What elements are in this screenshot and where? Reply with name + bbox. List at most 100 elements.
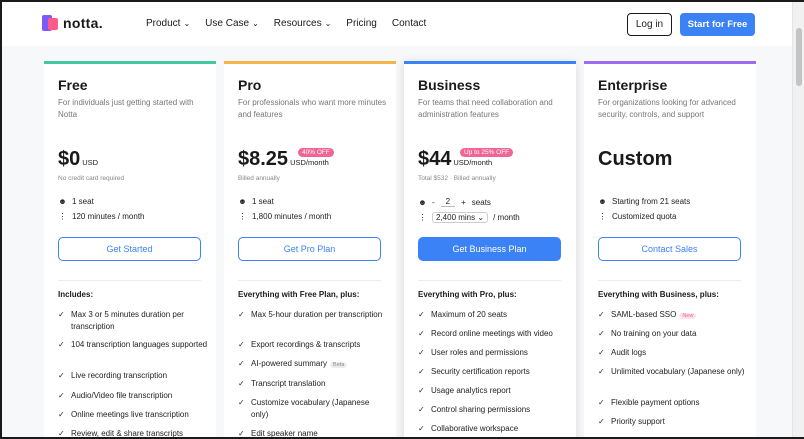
users-icon: ☻ (418, 197, 427, 207)
price-value: Custom (598, 148, 673, 170)
start-free-button[interactable]: Start for Free (680, 13, 755, 36)
chevron-down-icon: ⌄ (252, 19, 259, 28)
feature-item: ✓ Usage analytics report (418, 385, 568, 397)
check-icon: ✓ (418, 367, 425, 376)
feature-text: Record online meetings with video (431, 329, 553, 338)
feature-item: ✓ Security certification reports (418, 366, 568, 378)
minutes-value: 2,400 mins (436, 213, 476, 222)
feature-item: ✓ SAML-based SSO New (598, 309, 748, 322)
price-subtext: No credit card required (58, 175, 125, 182)
minutes-text: 120 minutes / month (72, 212, 145, 221)
waveform-icon: ⋮ (58, 212, 67, 221)
minutes-suffix: / month (493, 213, 520, 222)
feature-text: No training on your data (611, 329, 697, 338)
login-button[interactable]: Log in (627, 13, 672, 36)
check-icon: ✓ (58, 310, 65, 319)
feature-item: ✓ Customize vocabulary (Japanese only) (238, 397, 388, 421)
feature-item: ✓ Collaborative workspace (418, 423, 568, 435)
price-unit: USD/month (290, 158, 329, 167)
feature-item: ✓ Live recording transcription (58, 370, 208, 382)
main-menu: Product ⌄ Use Case ⌄ Resources ⌄ Pricing Co… (146, 18, 426, 29)
minutes-info: ⋮ 120 minutes / month (58, 212, 145, 221)
seat-count-input[interactable]: 2 (440, 197, 456, 207)
feature-item: ✓ Max 3 or 5 minutes duration per transcr… (58, 309, 208, 333)
seats-stepper: ☻ - 2 + seats (418, 197, 491, 207)
plan-title: Business (418, 77, 481, 93)
plan-price: $0 USD (58, 148, 98, 170)
feature-text: Live recording transcription (71, 371, 168, 380)
plan-description: For organizations looking for advanced s… (598, 98, 736, 119)
plan-card-enterprise: Enterprise For organizations looking for… (584, 61, 756, 437)
menu-label: Pricing (346, 18, 377, 29)
feature-item: ✓ Unlimited vocabulary (Japanese only) (598, 366, 748, 378)
seat-minus-button[interactable]: - (432, 198, 435, 207)
chevron-down-icon: ⌄ (477, 213, 485, 222)
check-icon: ✓ (598, 398, 605, 407)
check-icon: ✓ (58, 391, 65, 400)
menu-product[interactable]: Product ⌄ (146, 18, 190, 29)
menu-contact[interactable]: Contact (392, 18, 426, 29)
feature-text: Control sharing permissions (431, 405, 531, 414)
get-business-plan-button[interactable]: Get Business Plan (418, 237, 561, 261)
price-value: $0 (58, 148, 81, 170)
plan-title: Pro (238, 77, 262, 93)
check-icon: ✓ (238, 379, 245, 388)
check-icon: ✓ (238, 310, 245, 319)
check-icon: ✓ (238, 340, 245, 349)
includes-heading: Includes: (58, 290, 94, 299)
scroll-thumb[interactable] (796, 28, 802, 86)
feature-item: ✓ Maximum of 20 seats (418, 309, 568, 321)
feature-text: Customize vocabulary (Japanese only) (251, 398, 370, 419)
check-icon: ✓ (238, 359, 245, 368)
feature-item: ✓ Flexible payment options (598, 397, 748, 409)
feature-item: ✓ Online meetings live transcription (58, 409, 208, 421)
get-started-button[interactable]: Get Started (58, 237, 201, 261)
chevron-down-icon: ⌄ (324, 19, 332, 28)
users-icon: ☻ (598, 197, 607, 206)
contact-sales-button[interactable]: Contact Sales (598, 237, 741, 261)
logo[interactable]: notta. (42, 15, 103, 31)
check-icon: ✓ (418, 310, 425, 319)
check-icon: ✓ (598, 367, 605, 376)
feature-text: Review, edit & share transcripts (71, 429, 184, 438)
price-value: $44 (418, 148, 452, 170)
feature-item: ✓ 104 transcription languages supported (58, 339, 208, 351)
top-nav: notta. Product ⌄ Use Case ⌄ Resources ⌄ Pri… (2, 2, 792, 46)
scrollbar[interactable] (792, 2, 804, 437)
plan-description: For teams that need collaboration and ad… (418, 98, 553, 119)
feature-text: AI-powered summary (251, 359, 328, 368)
includes-heading: Everything with Free Plan, plus: (238, 290, 360, 299)
price-value: $8.25 (238, 148, 289, 170)
feature-text: 104 transcription languages supported (71, 340, 208, 349)
price-unit: USD (82, 158, 99, 167)
check-icon: ✓ (598, 310, 605, 319)
price-subtext: Billed annually (238, 175, 280, 182)
stepper: - 2 + seats (432, 197, 491, 207)
seat-plus-button[interactable]: + (461, 198, 466, 207)
feature-item: ✓ Priority support (598, 416, 748, 428)
feature-item: ✓ Transcript translation (238, 378, 388, 390)
check-icon: ✓ (418, 329, 425, 338)
plan-card-business: Business For teams that need collaborati… (404, 61, 576, 437)
discount-badge: 40% OFF (298, 148, 334, 157)
check-icon: ✓ (58, 371, 65, 380)
minutes-select[interactable]: 2,400 mins ⌄ (432, 212, 489, 223)
menu-resources[interactable]: Resources ⌄ (274, 18, 332, 29)
user-icon: ☻ (238, 197, 247, 206)
seats-text: 1 seat (72, 197, 94, 206)
menu-use-case[interactable]: Use Case ⌄ (205, 18, 259, 29)
plan-description: For professionals who want more minutes … (238, 98, 387, 119)
divider (598, 280, 741, 281)
check-icon: ✓ (598, 417, 605, 426)
menu-pricing[interactable]: Pricing (346, 18, 377, 29)
feature-text: Transcript translation (251, 379, 326, 388)
menu-label: Product (146, 18, 181, 29)
waveform-icon: ⋮ (598, 212, 607, 221)
divider (418, 280, 561, 281)
plan-title: Enterprise (598, 77, 668, 93)
new-badge: New (679, 313, 697, 319)
plan-card-free: Free For individuals just getting starte… (44, 61, 216, 438)
feature-text: Maximum of 20 seats (431, 310, 508, 319)
feature-item: ✓ Control sharing permissions (418, 404, 568, 416)
get-pro-plan-button[interactable]: Get Pro Plan (238, 237, 381, 261)
